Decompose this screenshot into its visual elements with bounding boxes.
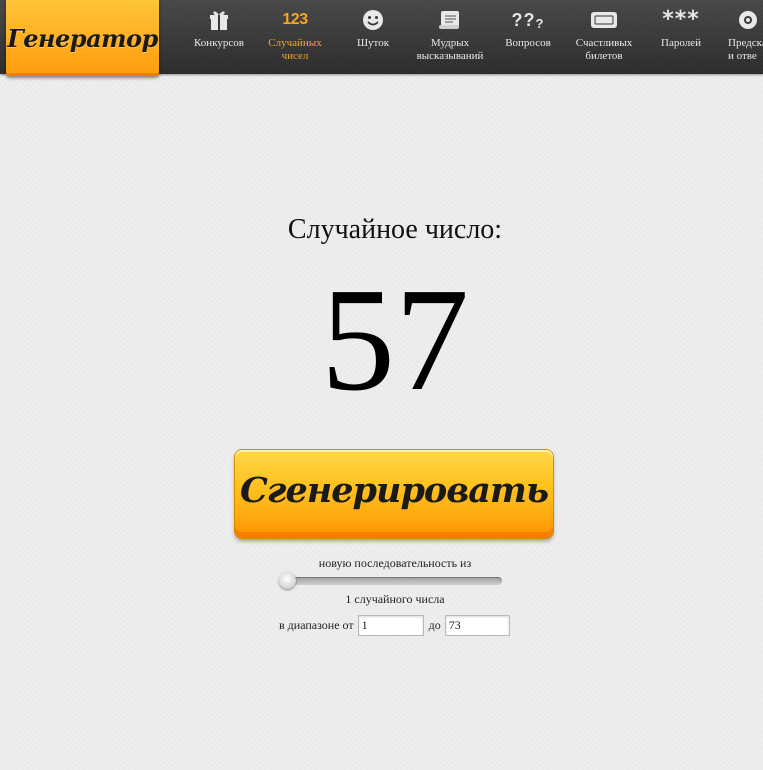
- nav-label: Конкурсов: [194, 37, 244, 49]
- question-marks-text: ??: [511, 9, 536, 30]
- nav-item-random-numbers[interactable]: 123 Случайных чисел: [266, 0, 324, 74]
- generate-button-label: Сгенерировать: [239, 469, 549, 511]
- sequence-caption: новую последовательность из: [318, 556, 472, 570]
- range-from-input[interactable]: [357, 614, 424, 636]
- nav-label: Вопросов: [505, 37, 551, 49]
- nav-item-wise-sayings[interactable]: Мудрых высказываний: [414, 0, 486, 74]
- count-caption: 1 случайного числа: [345, 592, 445, 606]
- random-number-result: 57: [321, 258, 469, 422]
- nav-item-predictions[interactable]: Предска и отве: [722, 0, 763, 74]
- nav-label: Шуток: [356, 37, 390, 49]
- count-slider-handle[interactable]: [279, 572, 296, 589]
- numbers-icon: 123: [282, 11, 308, 28]
- nav-label: Случайных чисел: [268, 37, 322, 62]
- range-to-input[interactable]: [444, 614, 510, 636]
- nav-item-lucky-tickets[interactable]: Счастливых билетов: [573, 0, 635, 74]
- nav-label: Предска и отве: [728, 37, 763, 62]
- logo-text: Генератор: [7, 23, 158, 53]
- gift-icon: [208, 9, 230, 31]
- asterisks-icon: ***: [662, 7, 700, 32]
- generate-button[interactable]: Сгенерировать: [235, 450, 553, 538]
- question-marks-icon: ???: [511, 9, 545, 31]
- site-logo[interactable]: Генератор: [6, 0, 159, 76]
- nav-label: Счастливых билетов: [575, 37, 633, 62]
- nav-label: Паролей: [661, 37, 701, 49]
- range-to-label: до: [428, 617, 441, 632]
- result-heading: Случайное число:: [287, 214, 503, 245]
- ticket-icon: [589, 9, 619, 31]
- smiley-icon: [362, 9, 384, 31]
- nav-item-passwords[interactable]: *** Паролей: [656, 0, 706, 74]
- nav-item-contests[interactable]: Конкурсов: [193, 0, 245, 74]
- scroll-icon: [437, 9, 463, 31]
- nav-item-jokes[interactable]: Шуток: [354, 0, 392, 74]
- nav-label: Мудрых высказываний: [416, 37, 484, 62]
- range-from-label: в диапазоне от: [279, 617, 354, 632]
- count-slider-track[interactable]: [280, 577, 502, 585]
- magic-ball-icon: [737, 9, 759, 31]
- nav-item-questions[interactable]: ??? Вопросов: [502, 0, 554, 74]
- range-row: в диапазоне от до: [279, 613, 514, 637]
